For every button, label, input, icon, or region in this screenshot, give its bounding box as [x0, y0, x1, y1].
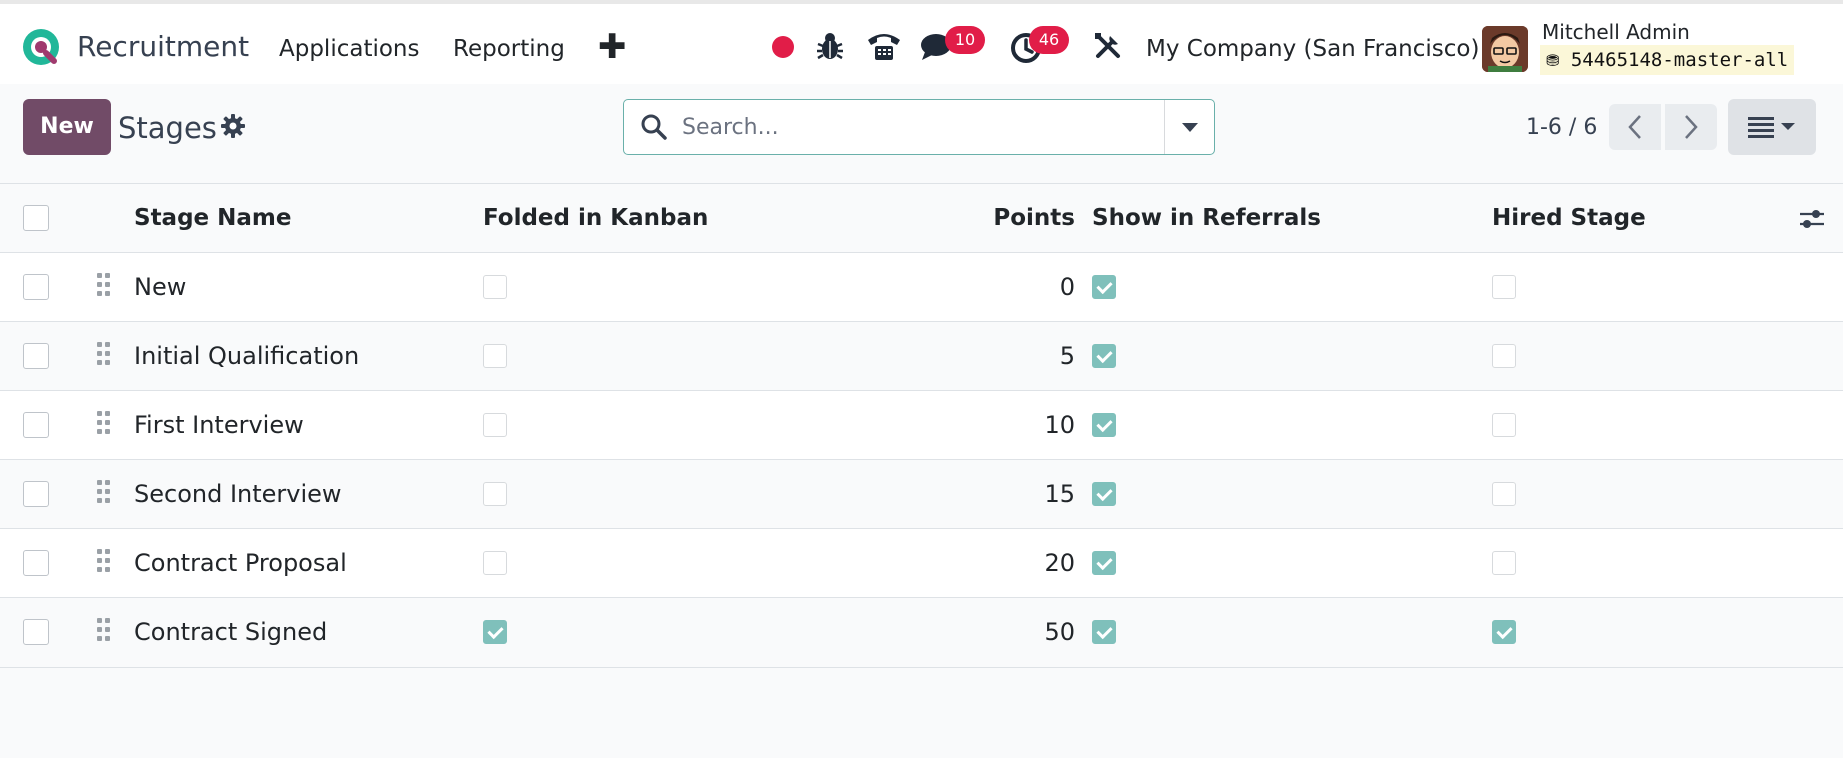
list-view-switcher[interactable]: [1728, 99, 1816, 155]
select-all-checkbox[interactable]: [23, 205, 49, 231]
table-row[interactable]: Contract Proposal 20: [0, 529, 1843, 598]
table-row[interactable]: Initial Qualification 5: [0, 322, 1843, 391]
hired-checkbox: [1492, 275, 1516, 299]
drag-handle-icon[interactable]: [97, 480, 113, 508]
points-value[interactable]: 50: [940, 598, 1075, 667]
column-header-stage-name[interactable]: Stage Name: [134, 184, 292, 253]
row-select-checkbox[interactable]: [23, 274, 49, 300]
activities-count-badge: 46: [1029, 26, 1069, 54]
menu-applications[interactable]: Applications: [279, 34, 420, 64]
user-avatar-image: [1482, 26, 1528, 72]
stage-name[interactable]: First Interview: [134, 391, 304, 460]
company-switcher[interactable]: My Company (San Francisco): [1146, 34, 1479, 64]
column-header-points[interactable]: Points: [940, 184, 1075, 253]
recording-dot-icon[interactable]: [772, 36, 794, 58]
drag-handle-icon[interactable]: [97, 411, 113, 439]
stage-name[interactable]: Contract Proposal: [134, 529, 347, 598]
stages-list: Stage Name Folded in Kanban Points Show …: [0, 183, 1843, 668]
user-avatar[interactable]: [1482, 26, 1528, 72]
debug-bug-icon[interactable]: [812, 28, 848, 64]
drag-handle-icon[interactable]: [97, 618, 113, 646]
list-header: Stage Name Folded in Kanban Points Show …: [0, 184, 1843, 253]
page-title[interactable]: Stages: [118, 110, 217, 146]
row-select-checkbox[interactable]: [23, 412, 49, 438]
table-row[interactable]: New 0: [0, 253, 1843, 322]
column-header-referrals[interactable]: Show in Referrals: [1092, 184, 1321, 253]
points-value[interactable]: 5: [940, 322, 1075, 391]
referrals-checkbox: [1092, 344, 1116, 368]
messages-count-badge: 10: [945, 26, 985, 54]
search-icon: [641, 114, 667, 140]
folded-checkbox: [483, 413, 507, 437]
points-value[interactable]: 0: [940, 253, 1075, 322]
gear-icon[interactable]: [220, 113, 246, 139]
row-select-checkbox[interactable]: [23, 481, 49, 507]
folded-checkbox: [483, 620, 507, 644]
row-select-checkbox[interactable]: [23, 619, 49, 645]
pager-previous-button[interactable]: [1609, 104, 1661, 150]
chevron-left-icon: [1628, 115, 1641, 139]
table-row[interactable]: Contract Signed 50: [0, 598, 1843, 667]
top-navbar: Recruitment Applications Reporting ✚ 10 …: [0, 0, 1843, 84]
drag-handle-icon[interactable]: [97, 549, 113, 577]
referrals-checkbox: [1092, 620, 1116, 644]
column-header-folded[interactable]: Folded in Kanban: [483, 184, 708, 253]
recruitment-app-icon[interactable]: [20, 26, 62, 68]
row-select-checkbox[interactable]: [23, 343, 49, 369]
column-header-hired[interactable]: Hired Stage: [1492, 184, 1646, 253]
search-options-toggle[interactable]: [1164, 100, 1214, 154]
hired-checkbox: [1492, 551, 1516, 575]
referrals-checkbox: [1092, 275, 1116, 299]
table-row[interactable]: First Interview 10: [0, 391, 1843, 460]
drag-handle-icon[interactable]: [97, 342, 113, 370]
list-view-icon: [1748, 117, 1795, 138]
database-icon: ⛃: [1546, 51, 1560, 70]
referrals-checkbox: [1092, 482, 1116, 506]
optional-columns-sliders-icon[interactable]: [1798, 206, 1826, 232]
drag-handle-icon[interactable]: [97, 273, 113, 301]
points-value[interactable]: 20: [940, 529, 1075, 598]
caret-down-icon: [1182, 123, 1198, 132]
points-value[interactable]: 15: [940, 460, 1075, 529]
new-menu-plus-icon[interactable]: ✚: [598, 28, 627, 66]
menu-reporting[interactable]: Reporting: [453, 34, 565, 64]
hired-checkbox: [1492, 482, 1516, 506]
hired-checkbox: [1492, 413, 1516, 437]
database-name: 54465148-master-all: [1570, 49, 1789, 71]
database-tag: ⛃ 54465148-master-all: [1540, 45, 1795, 75]
stage-name[interactable]: Initial Qualification: [134, 322, 359, 391]
new-button[interactable]: New: [23, 99, 111, 155]
hired-checkbox: [1492, 620, 1516, 644]
stage-name[interactable]: Contract Signed: [134, 598, 327, 667]
pager-value[interactable]: 1-6 / 6: [1526, 113, 1597, 143]
stage-name[interactable]: New: [134, 253, 186, 322]
pager-next-button[interactable]: [1665, 104, 1717, 150]
points-value[interactable]: 10: [940, 391, 1075, 460]
settings-tools-icon[interactable]: [1090, 28, 1126, 64]
search-bar[interactable]: [623, 99, 1215, 155]
folded-checkbox: [483, 275, 507, 299]
folded-checkbox: [483, 551, 507, 575]
search-input[interactable]: [680, 108, 1180, 146]
app-name[interactable]: Recruitment: [77, 29, 249, 65]
phone-icon[interactable]: [864, 28, 904, 64]
row-select-checkbox[interactable]: [23, 550, 49, 576]
stage-name[interactable]: Second Interview: [134, 460, 342, 529]
referrals-checkbox: [1092, 551, 1116, 575]
user-name[interactable]: Mitchell Admin: [1542, 20, 1690, 44]
folded-checkbox: [483, 482, 507, 506]
hired-checkbox: [1492, 344, 1516, 368]
chevron-right-icon: [1685, 115, 1698, 139]
referrals-checkbox: [1092, 413, 1116, 437]
folded-checkbox: [483, 344, 507, 368]
table-row[interactable]: Second Interview 15: [0, 460, 1843, 529]
